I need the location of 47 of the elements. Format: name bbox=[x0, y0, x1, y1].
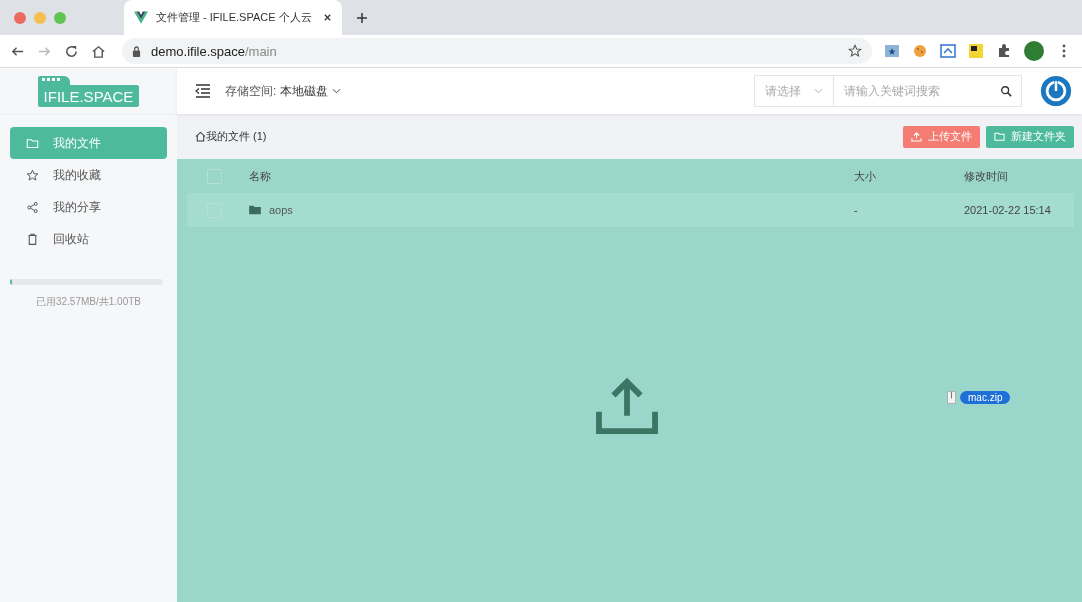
dragged-file-label: mac.zip bbox=[960, 391, 1011, 404]
table-cell-text: - bbox=[854, 204, 859, 216]
puzzle-icon[interactable] bbox=[996, 43, 1012, 59]
search-icon[interactable] bbox=[1000, 85, 1012, 97]
storage-usage-text: 已用32.57MB/共1.00TB bbox=[34, 295, 142, 309]
storage-dropdown[interactable]: 本地磁盘 bbox=[276, 82, 346, 100]
avatar[interactable] bbox=[1024, 41, 1044, 61]
select-all-checkbox[interactable] bbox=[207, 168, 222, 184]
trash-icon bbox=[26, 232, 39, 246]
folder-icon bbox=[249, 205, 261, 215]
share-icon bbox=[26, 200, 39, 214]
folder-icon bbox=[26, 136, 39, 150]
collapse-menu-icon[interactable] bbox=[195, 84, 211, 98]
file-icon bbox=[947, 391, 956, 404]
file-name[interactable]: aops bbox=[269, 204, 293, 216]
power-icon[interactable] bbox=[1040, 75, 1072, 107]
bookmark-star-icon[interactable] bbox=[848, 44, 862, 58]
tab-title: 文件管理 - IFILE.SPACE 个人云 bbox=[156, 10, 313, 25]
column-header: 名称 bbox=[249, 168, 272, 184]
sidebar-item[interactable]: 回收站 bbox=[10, 223, 167, 255]
logo: IFILE.SPACE bbox=[37, 75, 140, 107]
home-icon[interactable] bbox=[91, 43, 106, 59]
folder-icon bbox=[994, 131, 1005, 142]
column-header: 大小 bbox=[854, 168, 877, 184]
storage-label: 存储空间: bbox=[225, 82, 277, 100]
search-field[interactable]: 请输入关键词搜索 bbox=[834, 75, 1022, 107]
new-tab-icon[interactable] bbox=[356, 11, 368, 24]
v-logo-icon bbox=[134, 11, 148, 24]
star-icon bbox=[26, 168, 39, 182]
upload-icon bbox=[595, 377, 659, 435]
column-header: 修改时间 bbox=[964, 168, 1009, 184]
sidebar-item[interactable]: 我的分享 bbox=[10, 191, 167, 223]
breadcrumb[interactable]: 我的文件 (1) bbox=[206, 129, 267, 144]
close-tab-icon[interactable] bbox=[323, 13, 332, 22]
screenshot-icon[interactable] bbox=[940, 43, 956, 59]
reload-icon[interactable] bbox=[64, 43, 79, 59]
caret-icon bbox=[332, 88, 342, 94]
upload-icon bbox=[911, 131, 922, 142]
home-icon bbox=[195, 131, 206, 142]
caret-icon bbox=[814, 88, 823, 94]
browser-tab[interactable]: 文件管理 - IFILE.SPACE 个人云 bbox=[124, 0, 342, 35]
cookie-icon[interactable] bbox=[912, 43, 928, 59]
sidebar-item[interactable]: 我的收藏 bbox=[10, 159, 167, 191]
extension-icon[interactable] bbox=[884, 43, 900, 59]
table-cell-text: 2021-02-22 15:14 bbox=[964, 204, 1052, 216]
address-bar[interactable]: demo.ifile.space/main bbox=[122, 38, 872, 64]
lock-icon bbox=[132, 45, 141, 57]
